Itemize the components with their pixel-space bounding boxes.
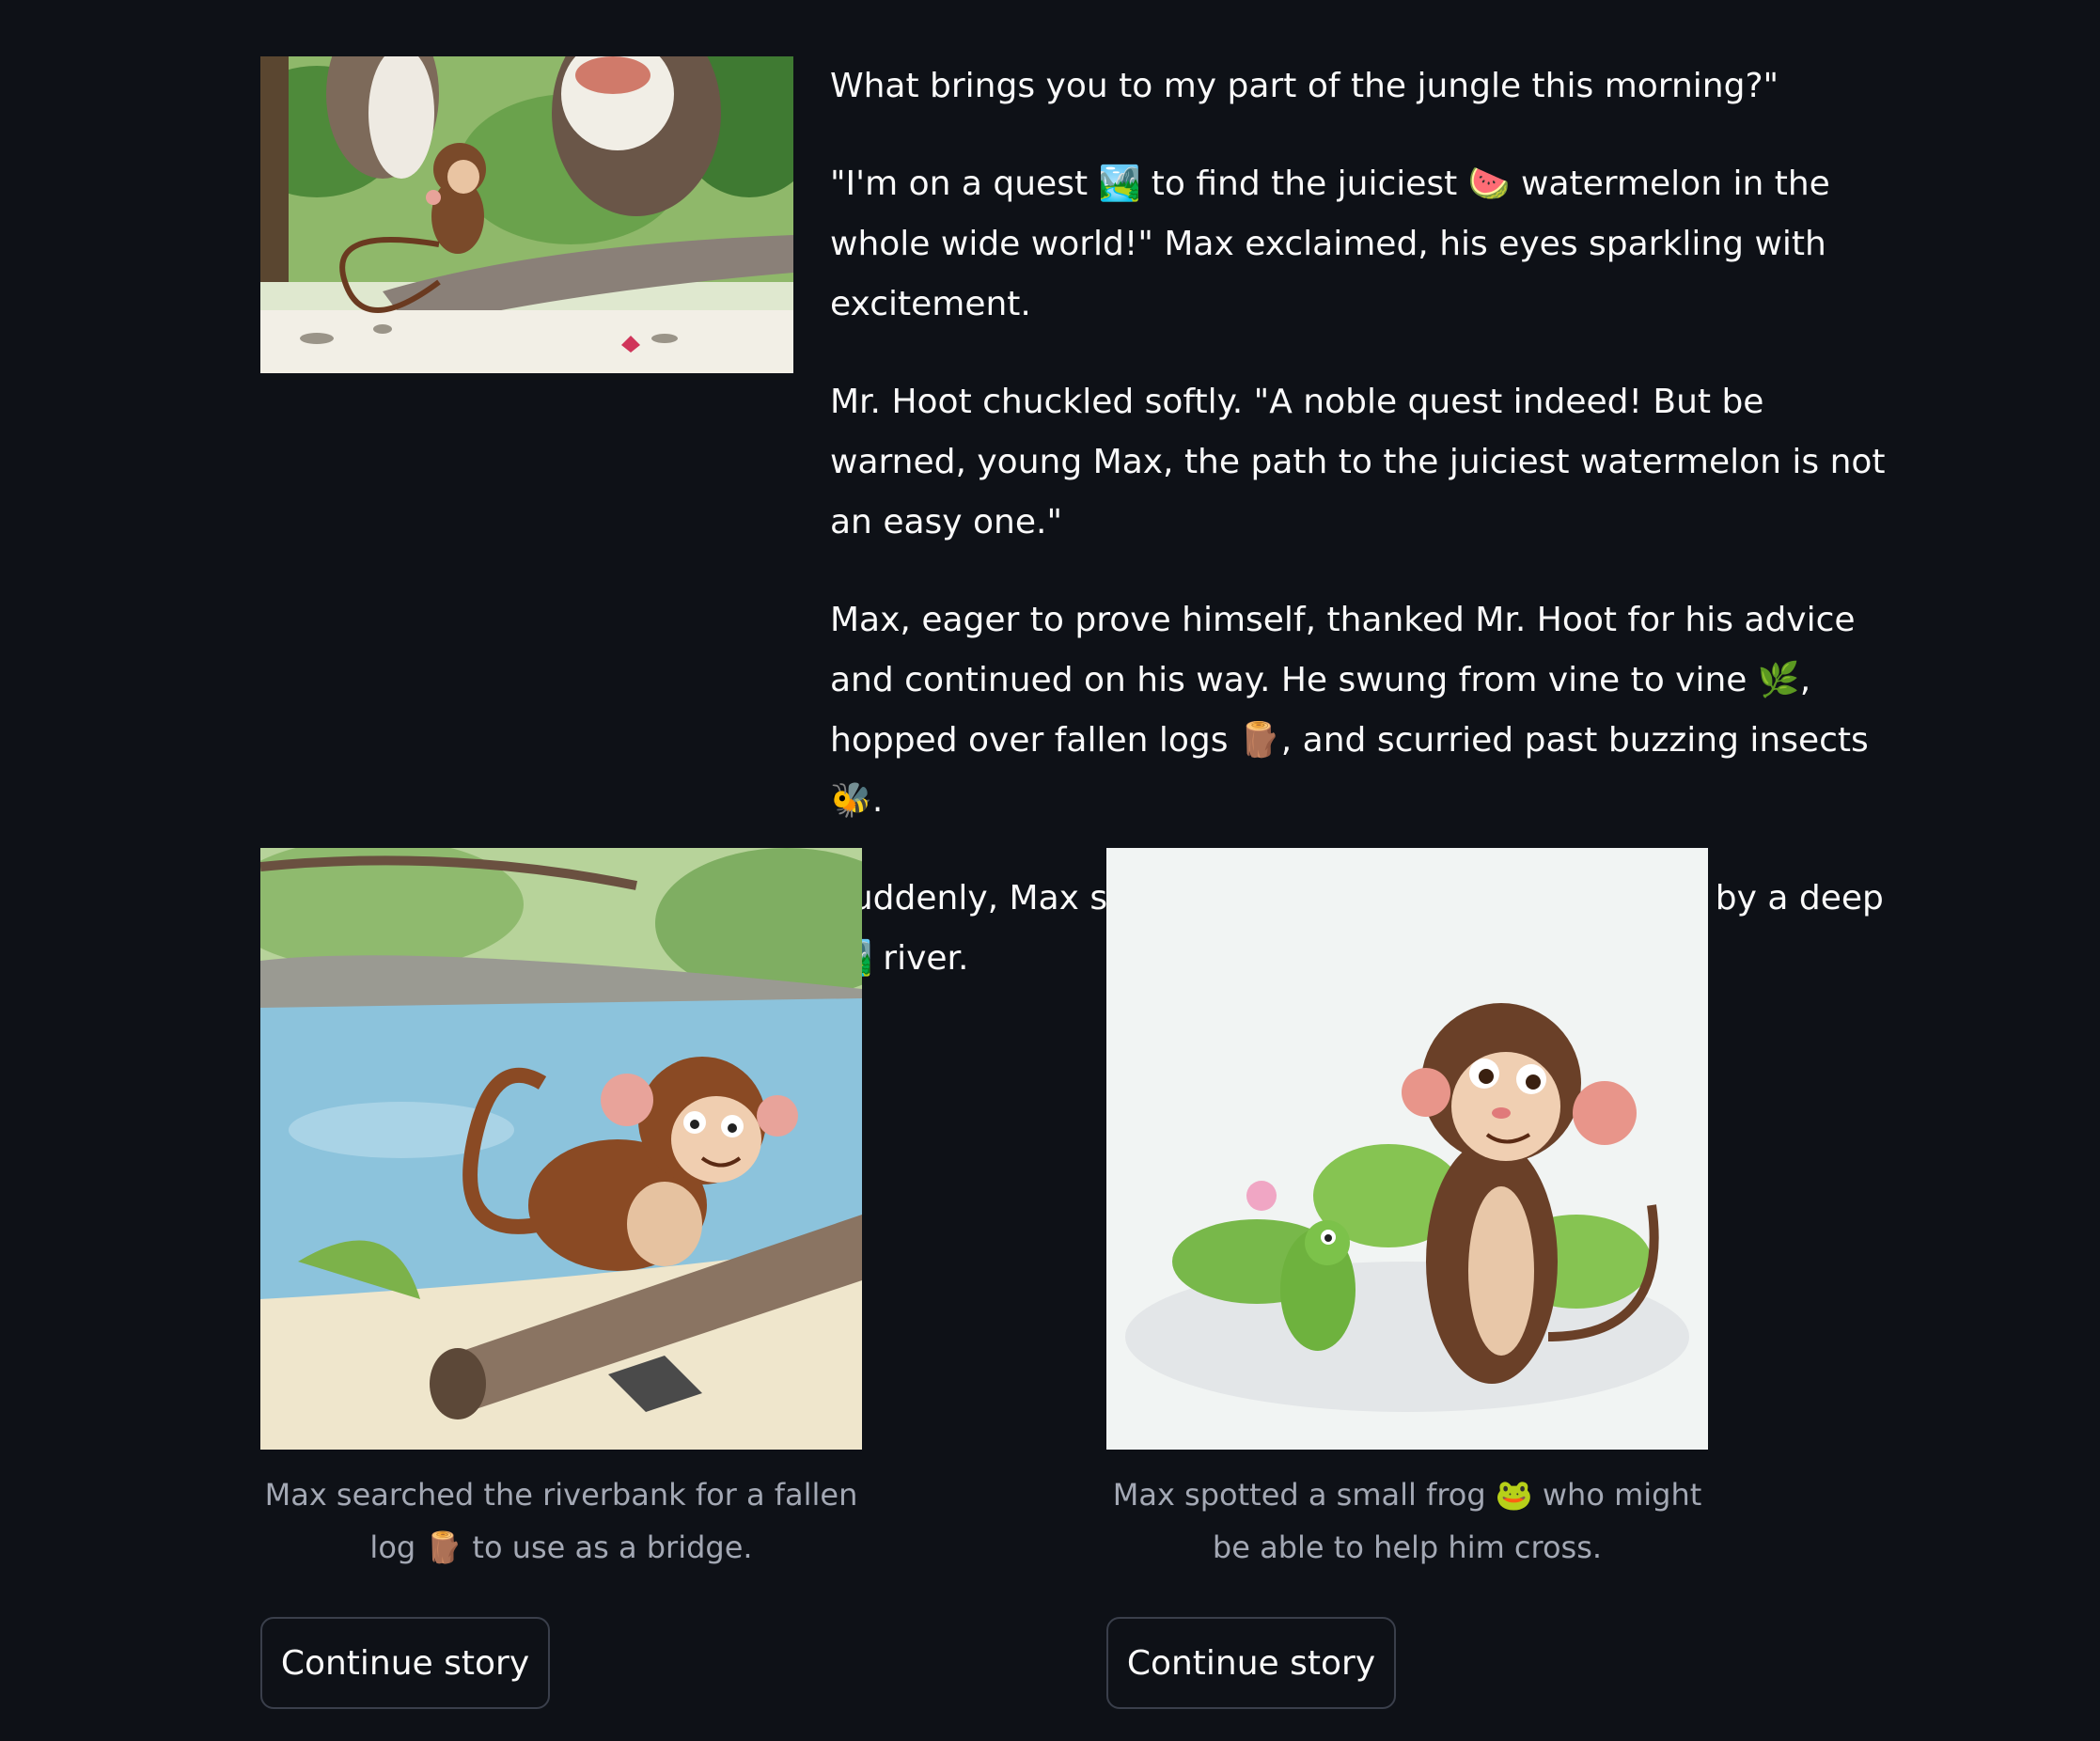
option-caption: Max searched the riverbank for a fallen … [264, 1477, 858, 1565]
story-paragraph: Mr. Hoot chuckled softly. "A noble quest… [830, 383, 1886, 541]
story-paragraph: Max, eager to prove himself, thanked Mr.… [830, 601, 1869, 820]
option-caption: Max spotted a small frog 🐸 who might be … [1112, 1477, 1702, 1565]
story-page: What brings you to my part of the jungle… [0, 0, 2100, 1741]
story-paragraph: What brings you to my part of the jungle… [830, 67, 1779, 105]
option-illustration-monkey-and-frog [1106, 848, 1708, 1450]
option-illustration-monkey-riverbank-log [260, 848, 862, 1450]
story-paragraph: "I'm on a quest 🏞️ to find the juiciest … [830, 165, 1830, 323]
story-option-card: Max searched the riverbank for a fallen … [260, 848, 862, 1574]
story-illustration-owl-and-monkey [260, 56, 793, 373]
continue-story-button[interactable]: Continue story [260, 1617, 550, 1709]
continue-story-button[interactable]: Continue story [1106, 1617, 1396, 1709]
story-option-card: Max spotted a small frog 🐸 who might be … [1106, 848, 1708, 1574]
